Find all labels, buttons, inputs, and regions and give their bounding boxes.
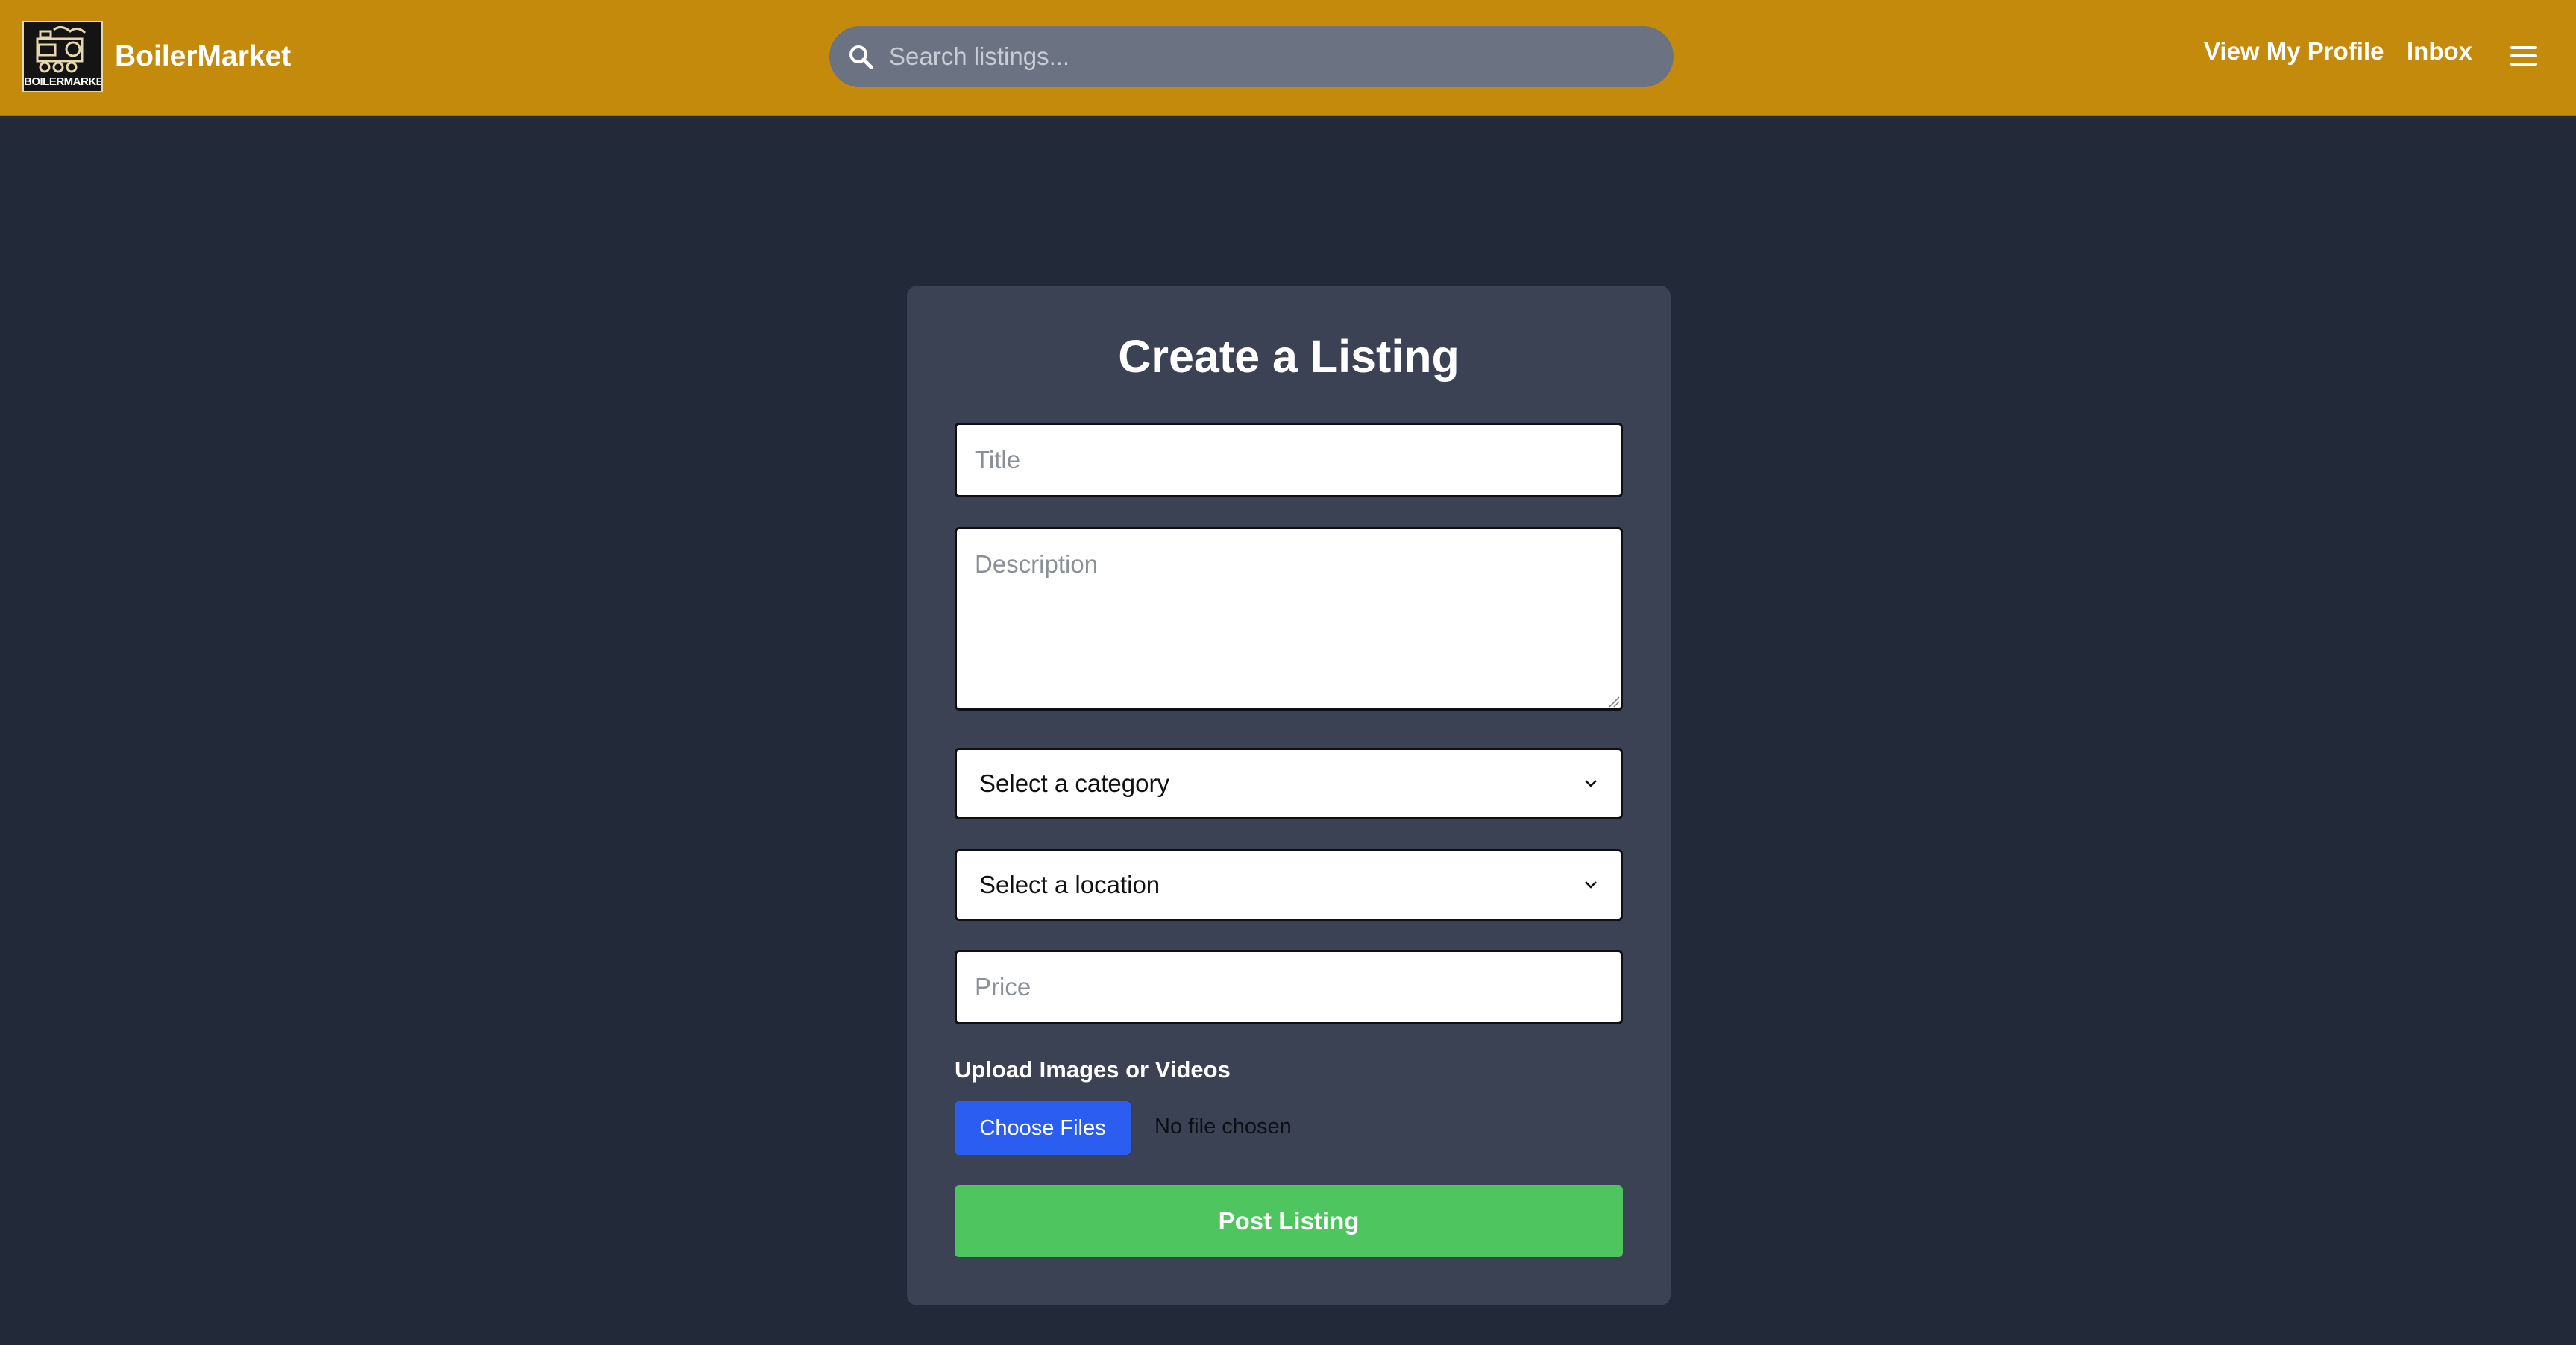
inbox-link[interactable]: Inbox [2407,37,2472,66]
chevron-down-icon [1585,881,1597,889]
app-root: BOILERMARKET BoilerMarket View My Profil… [0,0,2576,1345]
location-select-value: Select a location [979,871,1160,898]
top-navbar: BOILERMARKET BoilerMarket View My Profil… [0,0,2576,116]
view-profile-link[interactable]: View My Profile [2204,37,2384,66]
description-textarea[interactable] [955,527,1623,711]
search-bar [829,26,1674,87]
resize-handle-icon[interactable] [1608,696,1620,708]
title-input[interactable] [955,423,1623,497]
create-listing-card: Create a Listing Select a category Selec… [907,286,1671,1305]
file-status-text: No file chosen [1155,1115,1292,1138]
upload-label: Upload Images or Videos [955,1056,1231,1083]
search-input[interactable] [888,30,1651,84]
train-logo-icon: BOILERMARKET [22,21,103,92]
hamburger-menu-icon[interactable] [2509,43,2539,69]
category-select[interactable]: Select a category [955,748,1623,819]
page-title: Create a Listing [1118,331,1460,382]
brand-link[interactable]: BOILERMARKET BoilerMarket [22,21,291,92]
price-input[interactable] [955,950,1623,1024]
post-listing-button[interactable]: Post Listing [955,1185,1623,1257]
logo-wordmark: BOILERMARKET [24,75,103,88]
location-select[interactable]: Select a location [955,849,1623,921]
brand-name: BoilerMarket [115,40,292,72]
search-icon [849,45,873,69]
choose-files-button[interactable]: Choose Files [955,1101,1131,1155]
chevron-down-icon [1585,780,1597,787]
category-select-value: Select a category [979,769,1169,797]
